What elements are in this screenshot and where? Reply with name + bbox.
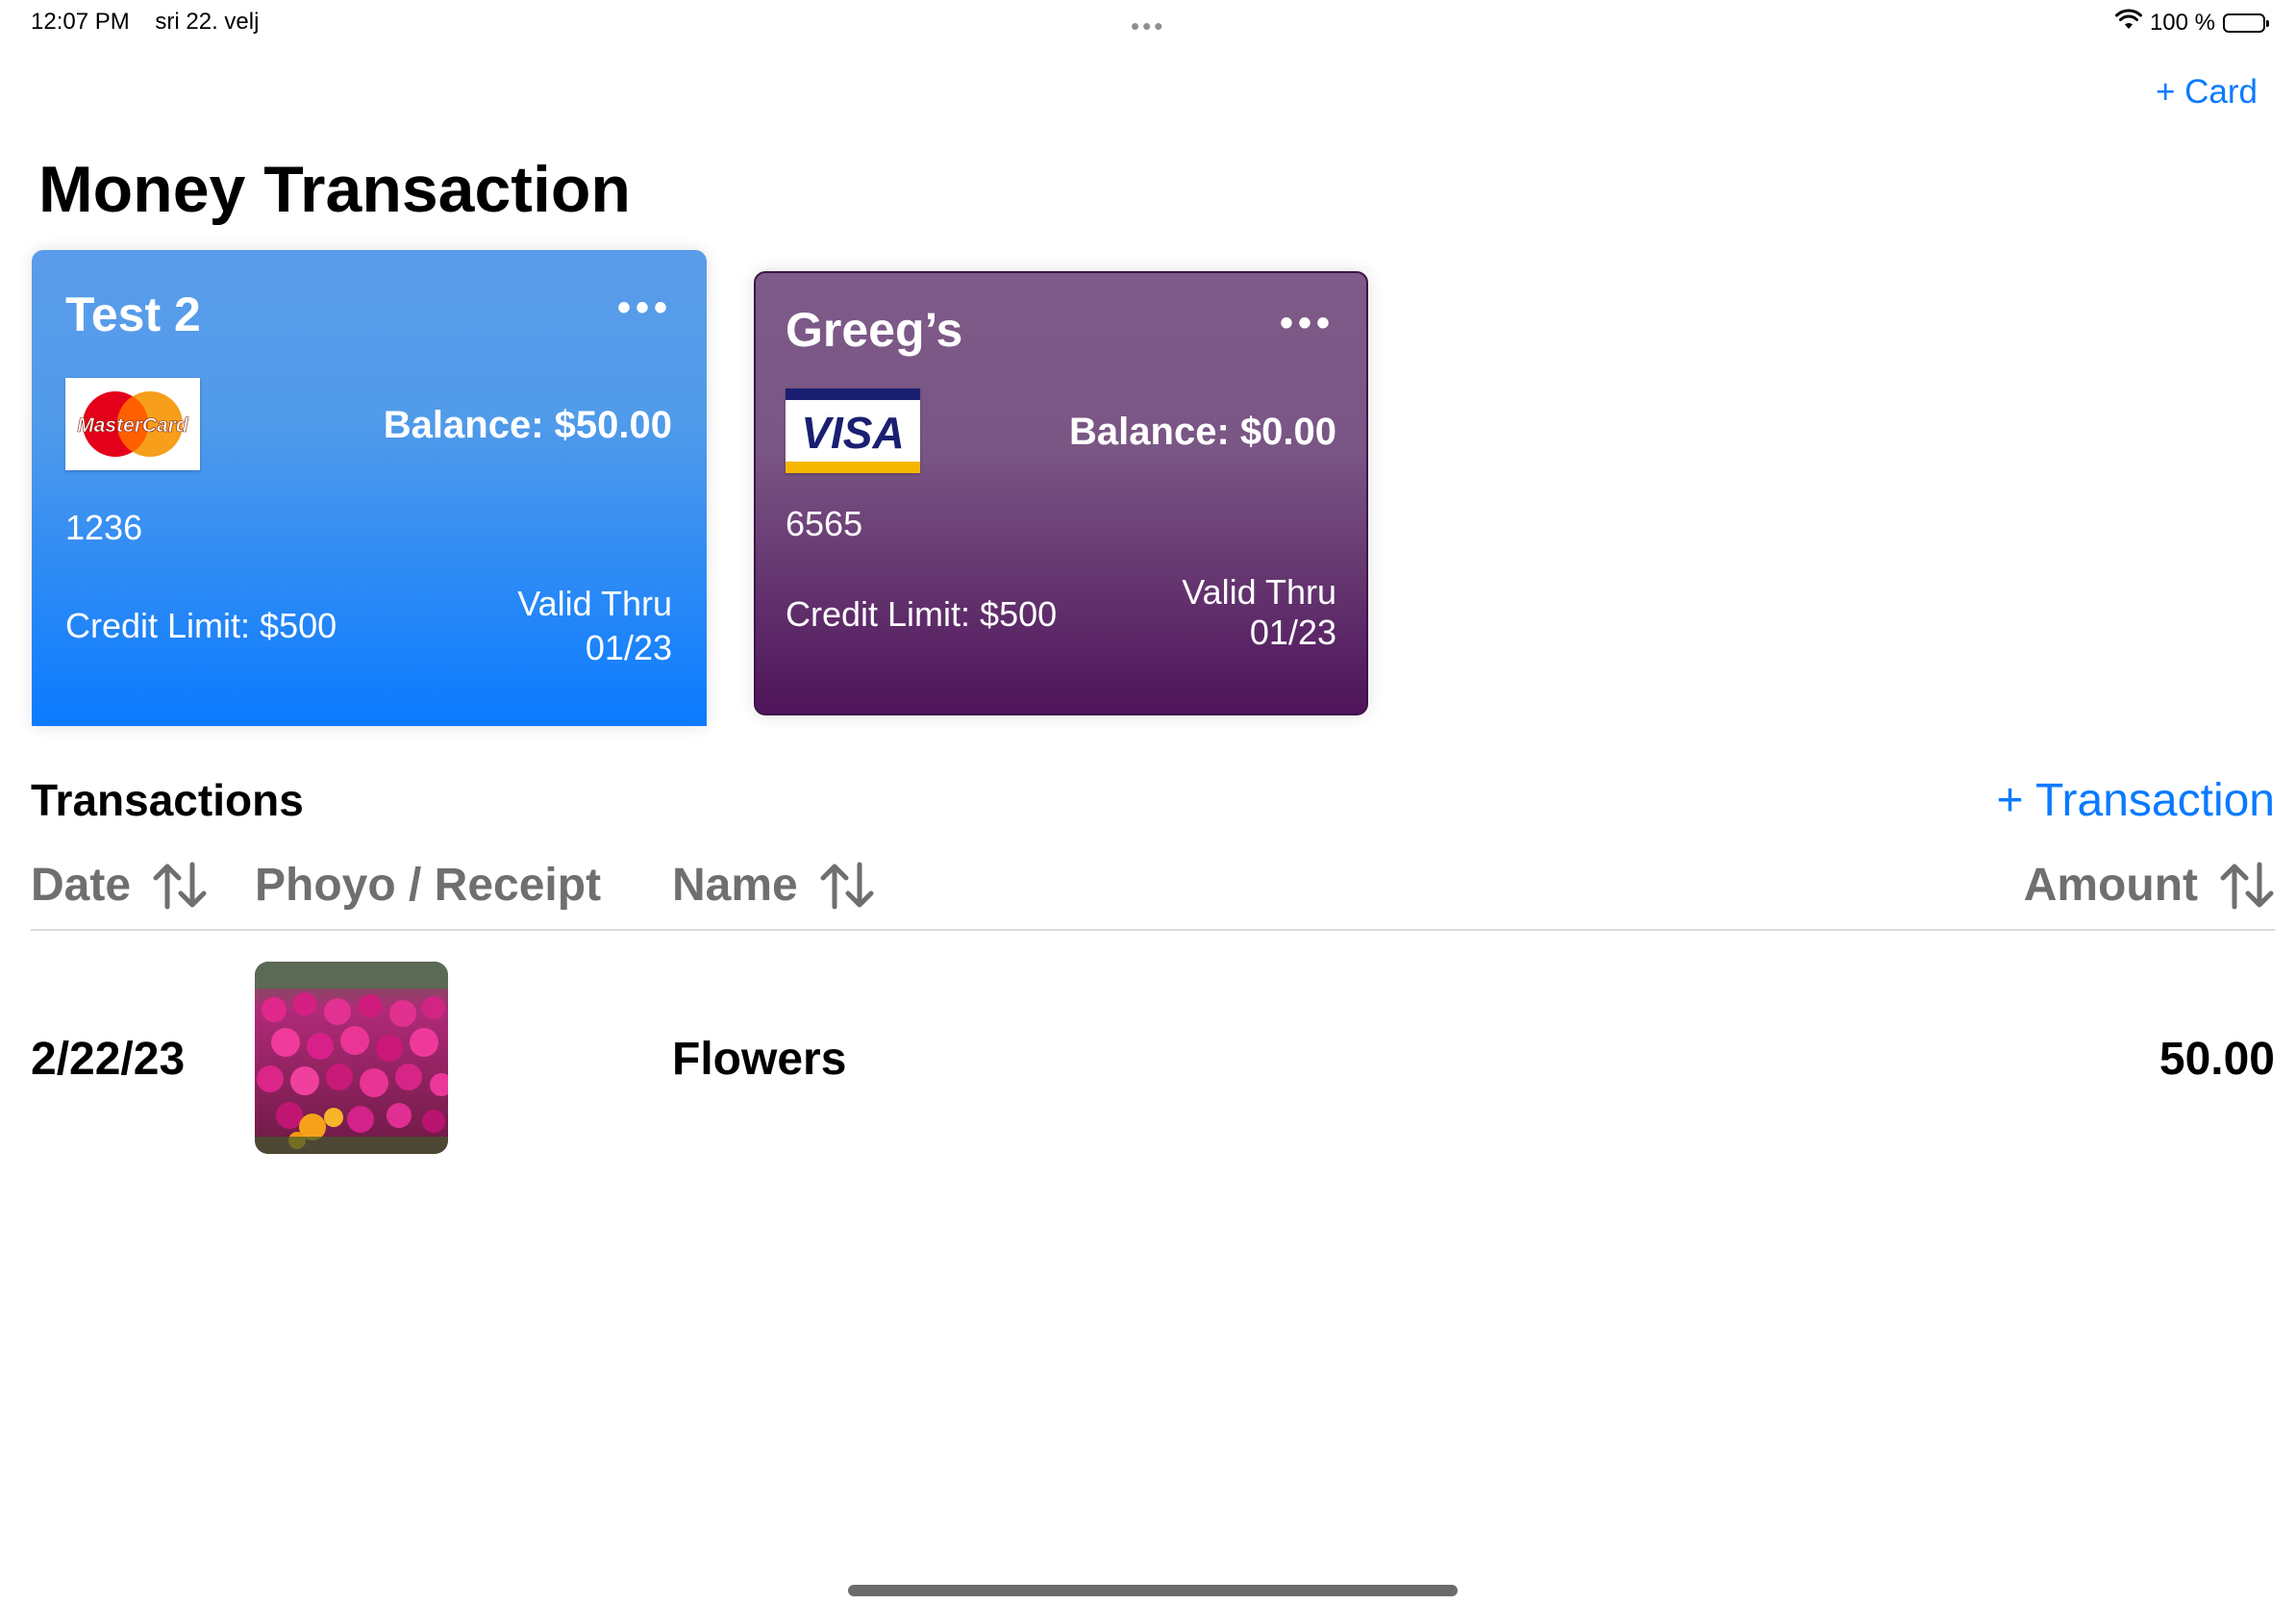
column-header-date[interactable]: Date <box>31 859 208 912</box>
multitasking-dots[interactable]: ••• <box>1131 12 1165 41</box>
home-indicator[interactable] <box>848 1585 1458 1596</box>
svg-text:MasterCard: MasterCard <box>77 414 189 437</box>
wifi-icon <box>2114 9 2142 37</box>
add-transaction-button[interactable]: + Transaction <box>1997 774 2276 827</box>
flowers-photo[interactable] <box>255 962 448 1154</box>
status-bar-left: 12:07 PM sri 22. velj <box>31 9 278 36</box>
column-header-name[interactable]: Name <box>672 859 875 912</box>
add-card-button[interactable]: + Card <box>2156 73 2258 112</box>
status-time: 12:07 PM <box>31 9 130 35</box>
card-valid-thru: Valid Thru 01/23 <box>517 582 672 670</box>
column-header-amount[interactable]: Amount <box>2024 859 2275 912</box>
card-name: Greeg’s <box>786 303 963 357</box>
row-date: 2/22/23 <box>31 1034 186 1085</box>
card-valid-thru: Valid Thru 01/23 <box>1182 572 1336 653</box>
sort-icon[interactable] <box>152 861 208 911</box>
row-name: Flowers <box>672 1034 847 1085</box>
battery-icon <box>2223 13 2269 33</box>
status-date: sri 22. velj <box>155 9 260 35</box>
valid-thru-date: 01/23 <box>585 628 672 667</box>
status-bar-right: 100 % <box>2114 9 2269 37</box>
card-credit-limit: Credit Limit: $500 <box>786 594 1058 634</box>
card-menu-icon[interactable]: ••• <box>1280 302 1335 345</box>
header-divider <box>31 929 2275 931</box>
card-number: 1236 <box>65 508 143 547</box>
column-header-photo: Phoyo / Receipt <box>255 859 601 912</box>
sort-icon[interactable] <box>819 861 875 911</box>
svg-text:VISA: VISA <box>801 408 904 458</box>
valid-thru-label: Valid Thru <box>517 584 672 623</box>
card-test-2[interactable]: Test 2 ••• MasterCard Balance: $50.00 12… <box>32 250 707 726</box>
card-credit-limit: Credit Limit: $500 <box>65 606 337 645</box>
card-name: Test 2 <box>65 288 201 341</box>
row-amount: 50.00 <box>2159 1034 2275 1085</box>
battery-percentage: 100 % <box>2149 9 2215 36</box>
card-balance: Balance: $50.00 <box>383 404 672 446</box>
card-number: 6565 <box>786 504 863 543</box>
mastercard-logo-icon: MasterCard <box>65 378 200 470</box>
card-menu-icon[interactable]: ••• <box>617 287 672 330</box>
column-label-amount: Amount <box>2023 860 2198 911</box>
card-greegs[interactable]: Greeg’s ••• VISA Balance: $0.00 6565 Cre… <box>754 271 1368 715</box>
card-balance: Balance: $0.00 <box>1069 411 1336 453</box>
visa-logo-icon: VISA <box>786 388 920 473</box>
transactions-title: Transactions <box>31 775 304 825</box>
column-label-photo: Phoyo / Receipt <box>255 860 602 911</box>
valid-thru-date: 01/23 <box>1249 613 1336 652</box>
page-title: Money Transaction <box>38 153 631 226</box>
column-label-date: Date <box>31 860 132 911</box>
sort-icon[interactable] <box>2219 861 2275 911</box>
column-label-name: Name <box>672 860 798 911</box>
valid-thru-label: Valid Thru <box>1182 572 1336 612</box>
